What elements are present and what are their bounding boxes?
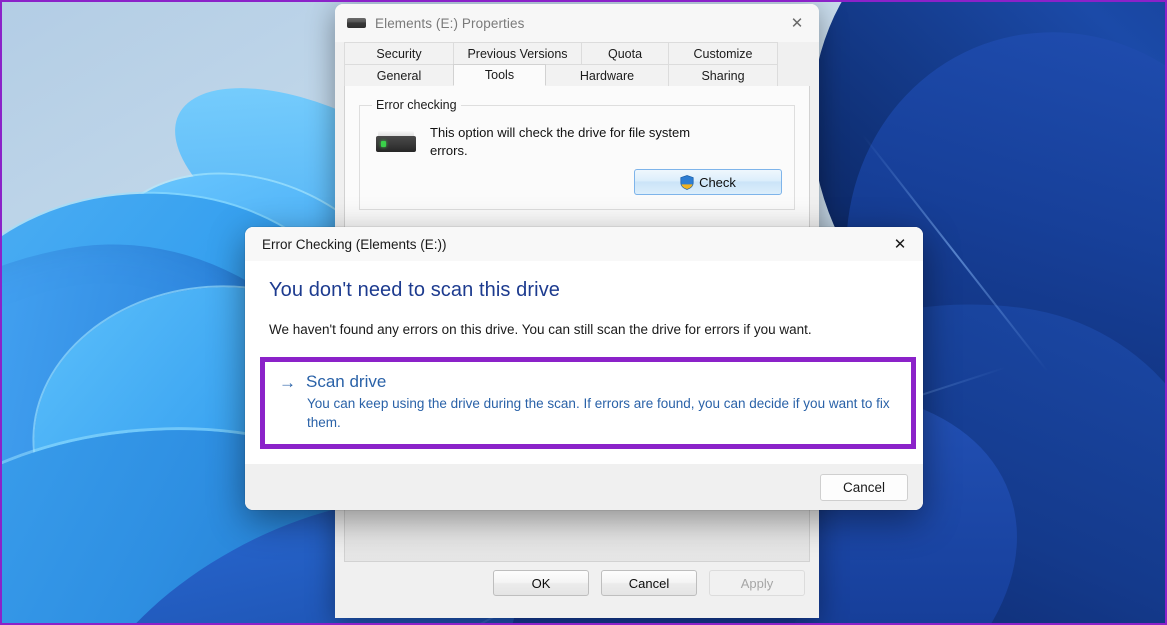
error-checking-footer: Cancel: [245, 464, 923, 510]
error-checking-body: You don't need to scan this drive We hav…: [245, 261, 923, 464]
scan-drive-option-description: You can keep using the drive during the …: [307, 395, 899, 433]
scan-drive-option-title: Scan drive: [306, 372, 386, 392]
error-checking-titlebar[interactable]: Error Checking (Elements (E:)) ✕: [245, 227, 923, 261]
tab-previous-versions[interactable]: Previous Versions: [453, 42, 582, 64]
tab-customize[interactable]: Customize: [668, 42, 778, 64]
cancel-button[interactable]: Cancel: [601, 570, 697, 596]
external-drive-icon: [376, 130, 416, 155]
check-button-label: Check: [699, 175, 736, 190]
tab-general[interactable]: General: [344, 64, 454, 86]
error-checking-dialog-title: Error Checking (Elements (E:)): [262, 237, 447, 252]
scan-drive-option-header: → Scan drive: [279, 372, 899, 392]
close-icon[interactable]: ✕: [775, 4, 819, 42]
error-checking-subtext: We haven't found any errors on this driv…: [269, 322, 899, 337]
tab-tools[interactable]: Tools: [453, 64, 546, 86]
scan-drive-option[interactable]: → Scan drive You can keep using the driv…: [260, 357, 916, 449]
tab-security[interactable]: Security: [344, 42, 454, 64]
check-button[interactable]: Check: [634, 169, 782, 195]
error-checking-description: This option will check the drive for fil…: [430, 122, 730, 159]
tab-row-upper: Security Previous Versions Quota Customi…: [344, 42, 810, 64]
check-button-row: Check: [372, 169, 782, 195]
tab-row-lower: General Tools Hardware Sharing: [344, 64, 810, 86]
tab-hardware[interactable]: Hardware: [545, 64, 669, 86]
close-icon[interactable]: ✕: [877, 227, 923, 261]
properties-titlebar[interactable]: Elements (E:) Properties ✕: [335, 4, 819, 42]
cancel-button[interactable]: Cancel: [820, 474, 908, 501]
uac-shield-icon: [680, 175, 694, 190]
ok-button[interactable]: OK: [493, 570, 589, 596]
tab-quota[interactable]: Quota: [581, 42, 669, 64]
external-drive-icon: [347, 18, 366, 28]
properties-footer: OK Cancel Apply: [335, 562, 819, 618]
error-checking-heading: You don't need to scan this drive: [269, 279, 899, 302]
properties-window-title: Elements (E:) Properties: [375, 16, 524, 31]
desktop-screen: Elements (E:) Properties ✕ Security Prev…: [0, 0, 1167, 625]
error-checking-legend: Error checking: [372, 98, 461, 112]
properties-tab-strip: Security Previous Versions Quota Customi…: [335, 42, 819, 86]
error-checking-dialog: Error Checking (Elements (E:)) ✕ You don…: [245, 227, 923, 510]
error-checking-body: This option will check the drive for fil…: [372, 122, 782, 159]
arrow-right-icon: →: [279, 374, 296, 391]
apply-button: Apply: [709, 570, 805, 596]
tab-sharing[interactable]: Sharing: [668, 64, 778, 86]
error-checking-group: Error checking This option will check th…: [359, 98, 795, 210]
